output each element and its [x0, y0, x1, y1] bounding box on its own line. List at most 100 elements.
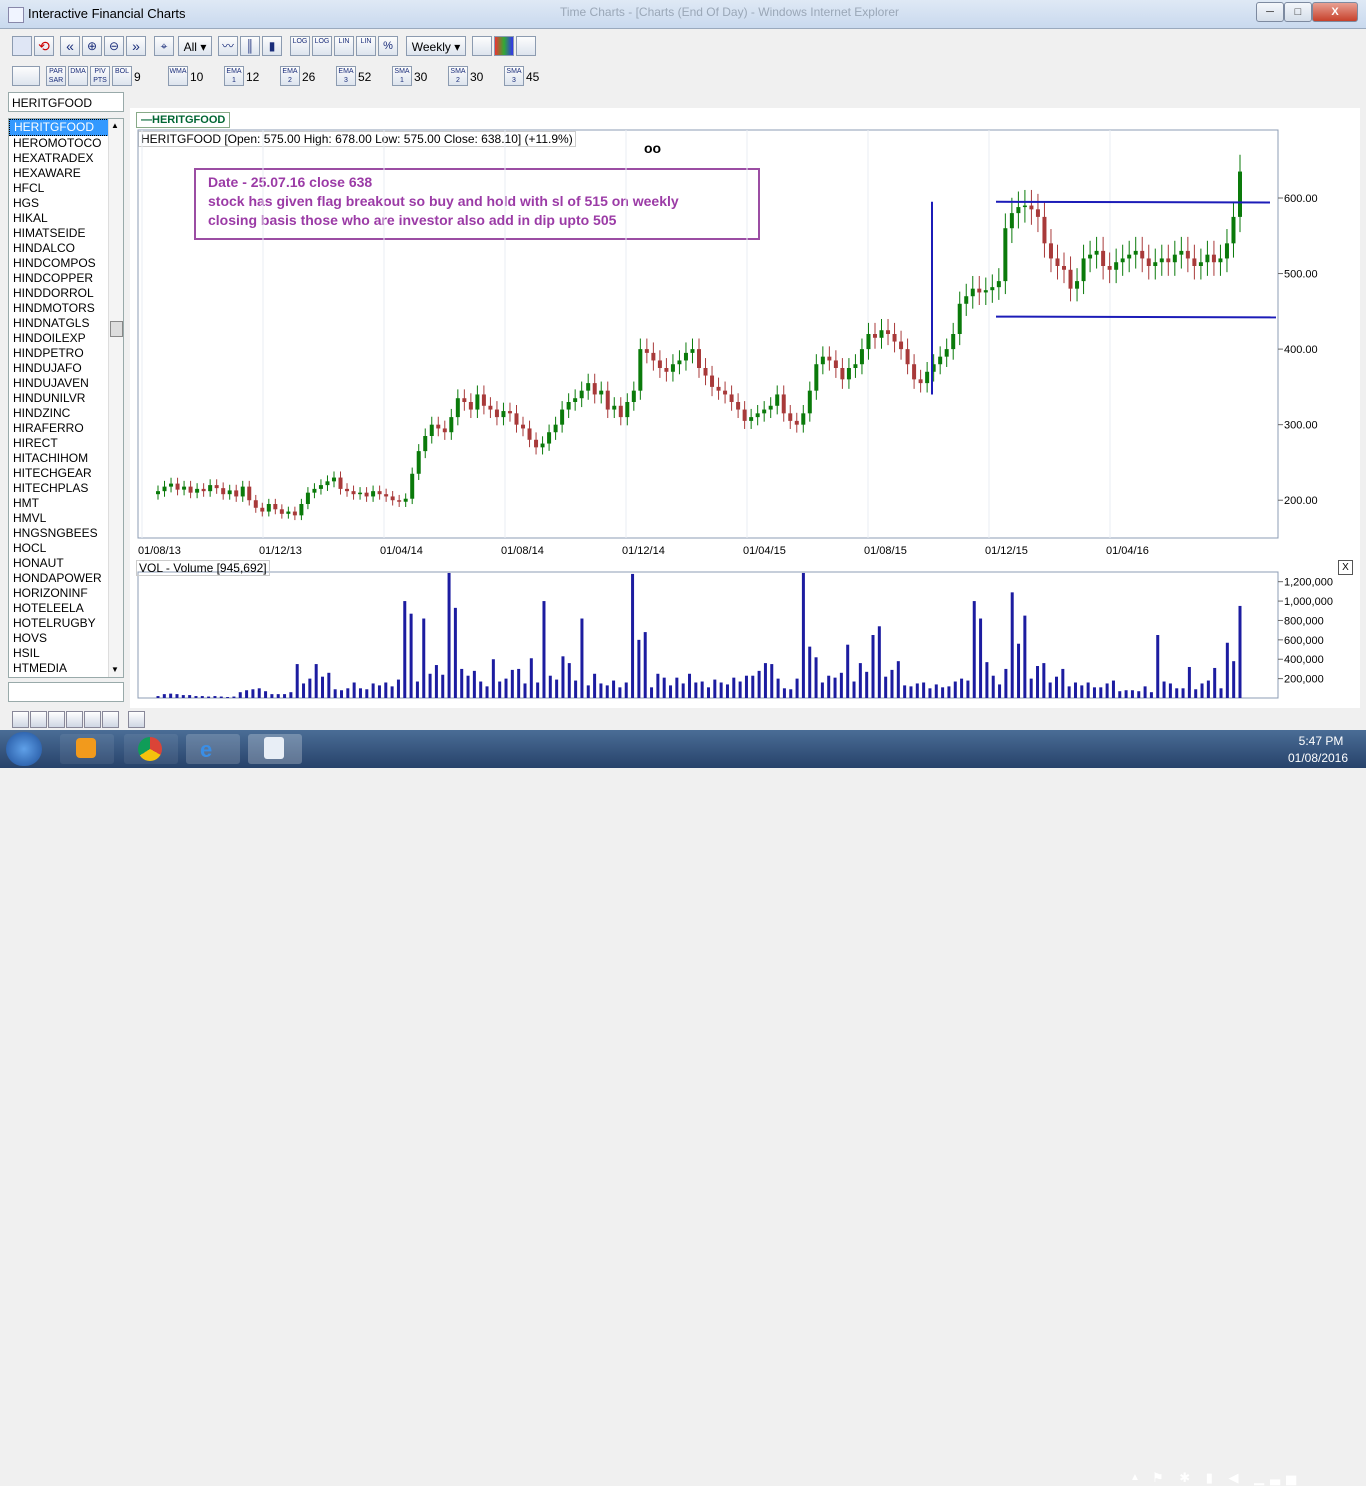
indicator-icon[interactable]: [472, 36, 492, 56]
symbol-list-item[interactable]: HINDNATGLS: [9, 316, 123, 331]
indicator-button-8[interactable]: SMA 1: [392, 66, 412, 86]
symbol-list-item[interactable]: HONDAPOWER: [9, 571, 123, 586]
symbol-list-item[interactable]: HMVL: [9, 511, 123, 526]
price-chart[interactable]: 200.00 300.00 400.00 500.00 600.00 01/08/13 01…: [130, 108, 1360, 558]
table-icon[interactable]: [516, 36, 536, 56]
indicator-period-value-7[interactable]: 52: [358, 70, 371, 84]
symbol-list-item[interactable]: HMT: [9, 496, 123, 511]
symbol-list-item[interactable]: HINDDORROL: [9, 286, 123, 301]
symbol-list-item[interactable]: HONAUT: [9, 556, 123, 571]
maximize-button[interactable]: □: [1284, 2, 1312, 22]
percent-button[interactable]: %: [378, 36, 398, 56]
save-icon[interactable]: [30, 711, 47, 728]
draw-chart-icon[interactable]: [12, 66, 40, 86]
symbol-list-item[interactable]: HINDCOPPER: [9, 271, 123, 286]
symbol-list-item[interactable]: HITECHGEAR: [9, 466, 123, 481]
bar-chart-icon[interactable]: ║: [240, 36, 260, 56]
lin-neq-button[interactable]: LIN: [356, 36, 376, 56]
symbol-list-item[interactable]: HGS: [9, 196, 123, 211]
color-palette-icon[interactable]: [494, 36, 514, 56]
media-player-icon[interactable]: [60, 734, 114, 764]
symbol-list-item[interactable]: HITACHIHOM: [9, 451, 123, 466]
log-percent-button[interactable]: LOG: [312, 36, 332, 56]
symbol-list-item[interactable]: HIRECT: [9, 436, 123, 451]
screenshot-icon[interactable]: [84, 711, 101, 728]
scroll-up-icon[interactable]: ▲: [111, 121, 119, 130]
symbol-list-item[interactable]: HOTELRUGBY: [9, 616, 123, 631]
symbol-list-item[interactable]: HINDALCO: [9, 241, 123, 256]
indicator-button-3[interactable]: BOL: [112, 66, 132, 86]
indicator-period-value-3[interactable]: 9: [134, 70, 141, 84]
symbol-search-input[interactable]: HERITGFOOD: [8, 92, 124, 112]
volume-chart[interactable]: 200,000 400,000 600,000 800,000 1,000,000 1,2…: [130, 558, 1360, 708]
clock-date[interactable]: 01/08/2016: [1280, 751, 1356, 765]
print-icon[interactable]: [48, 711, 65, 728]
tray-up-arrow-icon[interactable]: ▲: [1130, 1472, 1140, 1483]
symbol-list-item[interactable]: HINDUNILVR: [9, 391, 123, 406]
lin-scale-button[interactable]: LIN: [334, 36, 354, 56]
symbol-list-item[interactable]: HIKAL: [9, 211, 123, 226]
symbol-list-item[interactable]: HINDCOMPOS: [9, 256, 123, 271]
fit-icon[interactable]: [102, 711, 119, 728]
open-chart-icon[interactable]: [12, 36, 32, 56]
indicator-period-value-8[interactable]: 30: [414, 70, 427, 84]
range-select[interactable]: All ▾: [178, 36, 212, 56]
indicator-period-value-9[interactable]: 30: [470, 70, 483, 84]
symbol-list-item[interactable]: HNGSNGBEES: [9, 526, 123, 541]
symbol-list-item[interactable]: HERITGFOOD: [9, 119, 109, 136]
indicator-button-0[interactable]: PAR SAR: [46, 66, 66, 86]
chart-area[interactable]: —HERITGFOOD HERITGFOOD [Open: 575.00 Hig…: [130, 108, 1360, 708]
symbol-list-item[interactable]: HORIZONINF: [9, 586, 123, 601]
refresh-icon[interactable]: ⟲: [34, 36, 54, 56]
symbol-list-item[interactable]: HSIL: [9, 646, 123, 661]
crosshair-icon[interactable]: ⌖: [154, 36, 174, 56]
java-icon[interactable]: [248, 734, 302, 764]
symbol-list-item[interactable]: HINDZINC: [9, 406, 123, 421]
line-chart-icon[interactable]: 〰: [218, 36, 238, 56]
minimize-button[interactable]: ─: [1256, 2, 1284, 22]
indicator-period-value-5[interactable]: 12: [246, 70, 259, 84]
indicator-button-4[interactable]: WMA: [168, 66, 188, 86]
indicator-button-1[interactable]: DMA: [68, 66, 88, 86]
symbol-list-scrollbar[interactable]: ▲ ▼: [108, 119, 123, 677]
close-button[interactable]: X: [1312, 2, 1358, 22]
indicator-button-6[interactable]: EMA 2: [280, 66, 300, 86]
open-icon[interactable]: [12, 711, 29, 728]
indicator-button-10[interactable]: SMA 3: [504, 66, 524, 86]
internet-explorer-icon[interactable]: e: [186, 734, 240, 764]
symbol-list-item[interactable]: HOVS: [9, 631, 123, 646]
log-scale-button[interactable]: LOG: [290, 36, 310, 56]
indicator-button-2[interactable]: PIV PTS: [90, 66, 110, 86]
window-title-bar[interactable]: Interactive Financial Charts Time Charts…: [0, 0, 1366, 29]
scroll-thumb[interactable]: [110, 321, 123, 337]
symbol-list-item[interactable]: HEXAWARE: [9, 166, 123, 181]
zoom-out-icon[interactable]: ⊖: [104, 36, 124, 56]
candle-chart-icon[interactable]: ▮: [262, 36, 282, 56]
start-button[interactable]: [6, 732, 42, 766]
symbol-list-item[interactable]: HITECHPLAS: [9, 481, 123, 496]
indicator-button-7[interactable]: EMA 3: [336, 66, 356, 86]
scroll-down-icon[interactable]: ▼: [111, 665, 119, 674]
symbol-list-item[interactable]: HFCL: [9, 181, 123, 196]
indicator-period-value-6[interactable]: 26: [302, 70, 315, 84]
scroll-right-icon[interactable]: »: [126, 36, 146, 56]
indicator-period-value-4[interactable]: 10: [190, 70, 203, 84]
indicator-button-5[interactable]: EMA 1: [224, 66, 244, 86]
indicator-button-9[interactable]: SMA 2: [448, 66, 468, 86]
export-icon[interactable]: [66, 711, 83, 728]
symbol-list-item[interactable]: HIRAFERRO: [9, 421, 123, 436]
symbol-list-item[interactable]: HINDMOTORS: [9, 301, 123, 316]
indicator-period-value-10[interactable]: 45: [526, 70, 539, 84]
symbol-list-item[interactable]: HINDOILEXP: [9, 331, 123, 346]
zoom-in-icon[interactable]: ⊕: [82, 36, 102, 56]
symbol-list-item[interactable]: HIMATSEIDE: [9, 226, 123, 241]
copy-icon[interactable]: [128, 711, 145, 728]
symbol-list-item[interactable]: HTMEDIA: [9, 661, 123, 676]
clock-time[interactable]: 5:47 PM: [1286, 734, 1356, 748]
symbol-list-item[interactable]: HINDPETRO: [9, 346, 123, 361]
symbol-list-item[interactable]: HOTELEELA: [9, 601, 123, 616]
symbol-list-item[interactable]: HEXATRADEX: [9, 151, 123, 166]
tray-icons[interactable]: ⚑ ✱ ▮ ◀ ▁▃▅: [1152, 1470, 1302, 1486]
symbol-list-item[interactable]: HINDUJAFO: [9, 361, 123, 376]
period-select[interactable]: Weekly ▾: [406, 36, 466, 56]
